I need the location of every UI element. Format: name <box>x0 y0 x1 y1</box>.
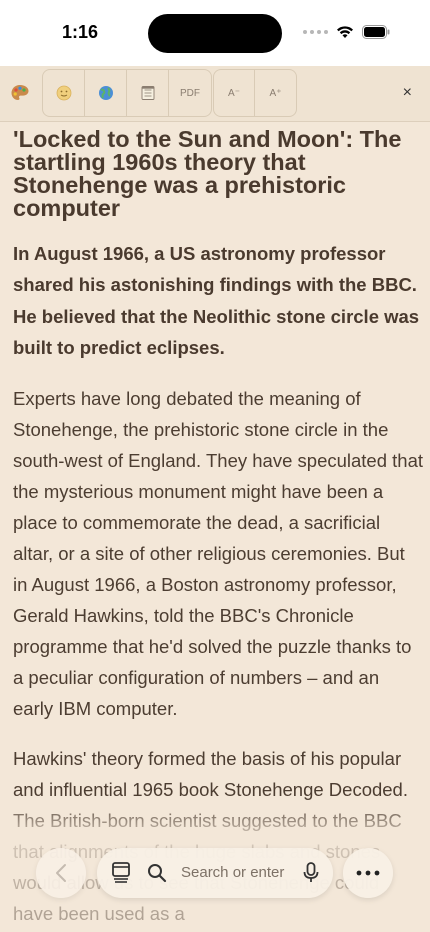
address-bar[interactable]: Search or enter <box>97 848 333 898</box>
font-decrease-button[interactable]: A⁻ <box>214 70 256 116</box>
article-lede: In August 1966, a US astronomy professor… <box>13 243 420 359</box>
emoji-button[interactable] <box>43 70 85 116</box>
microphone-icon[interactable] <box>303 862 319 884</box>
pdf-button[interactable]: PDF <box>169 70 211 116</box>
translate-button[interactable] <box>85 70 127 116</box>
back-button[interactable] <box>36 848 86 898</box>
toolbar-button-group-primary: PDF <box>42 69 212 117</box>
status-icons <box>303 25 390 39</box>
notes-button[interactable] <box>127 70 169 116</box>
font-increase-button[interactable]: A⁺ <box>255 70 296 116</box>
reader-toolbar: PDF A⁻ A⁺ × <box>0 66 430 122</box>
article-title: 'Locked to the Sun and Moon': The startl… <box>13 126 402 221</box>
toolbar-button-group-font: A⁻ A⁺ <box>213 69 297 117</box>
search-input[interactable]: Search or enter <box>181 864 284 881</box>
signal-icon <box>303 30 328 34</box>
ellipsis-icon <box>356 870 380 876</box>
emoji-icon <box>56 85 71 101</box>
notepad-icon <box>141 86 154 100</box>
dynamic-island <box>148 14 282 53</box>
status-bar: 1:16 <box>0 0 430 66</box>
wifi-icon <box>337 26 353 38</box>
globe-icon <box>98 86 113 100</box>
tabs-icon[interactable] <box>111 862 131 884</box>
battery-icon <box>362 25 390 39</box>
article-paragraph: Experts have long debated the meaning of… <box>13 387 424 719</box>
palette-icon[interactable] <box>10 83 30 108</box>
search-icon <box>148 864 167 883</box>
status-time: 1:16 <box>62 22 99 42</box>
bottom-toolbar: Search or enter <box>0 798 430 932</box>
more-options-button[interactable] <box>343 848 393 898</box>
close-button[interactable]: × <box>403 84 412 102</box>
chevron-left-icon <box>56 864 66 882</box>
